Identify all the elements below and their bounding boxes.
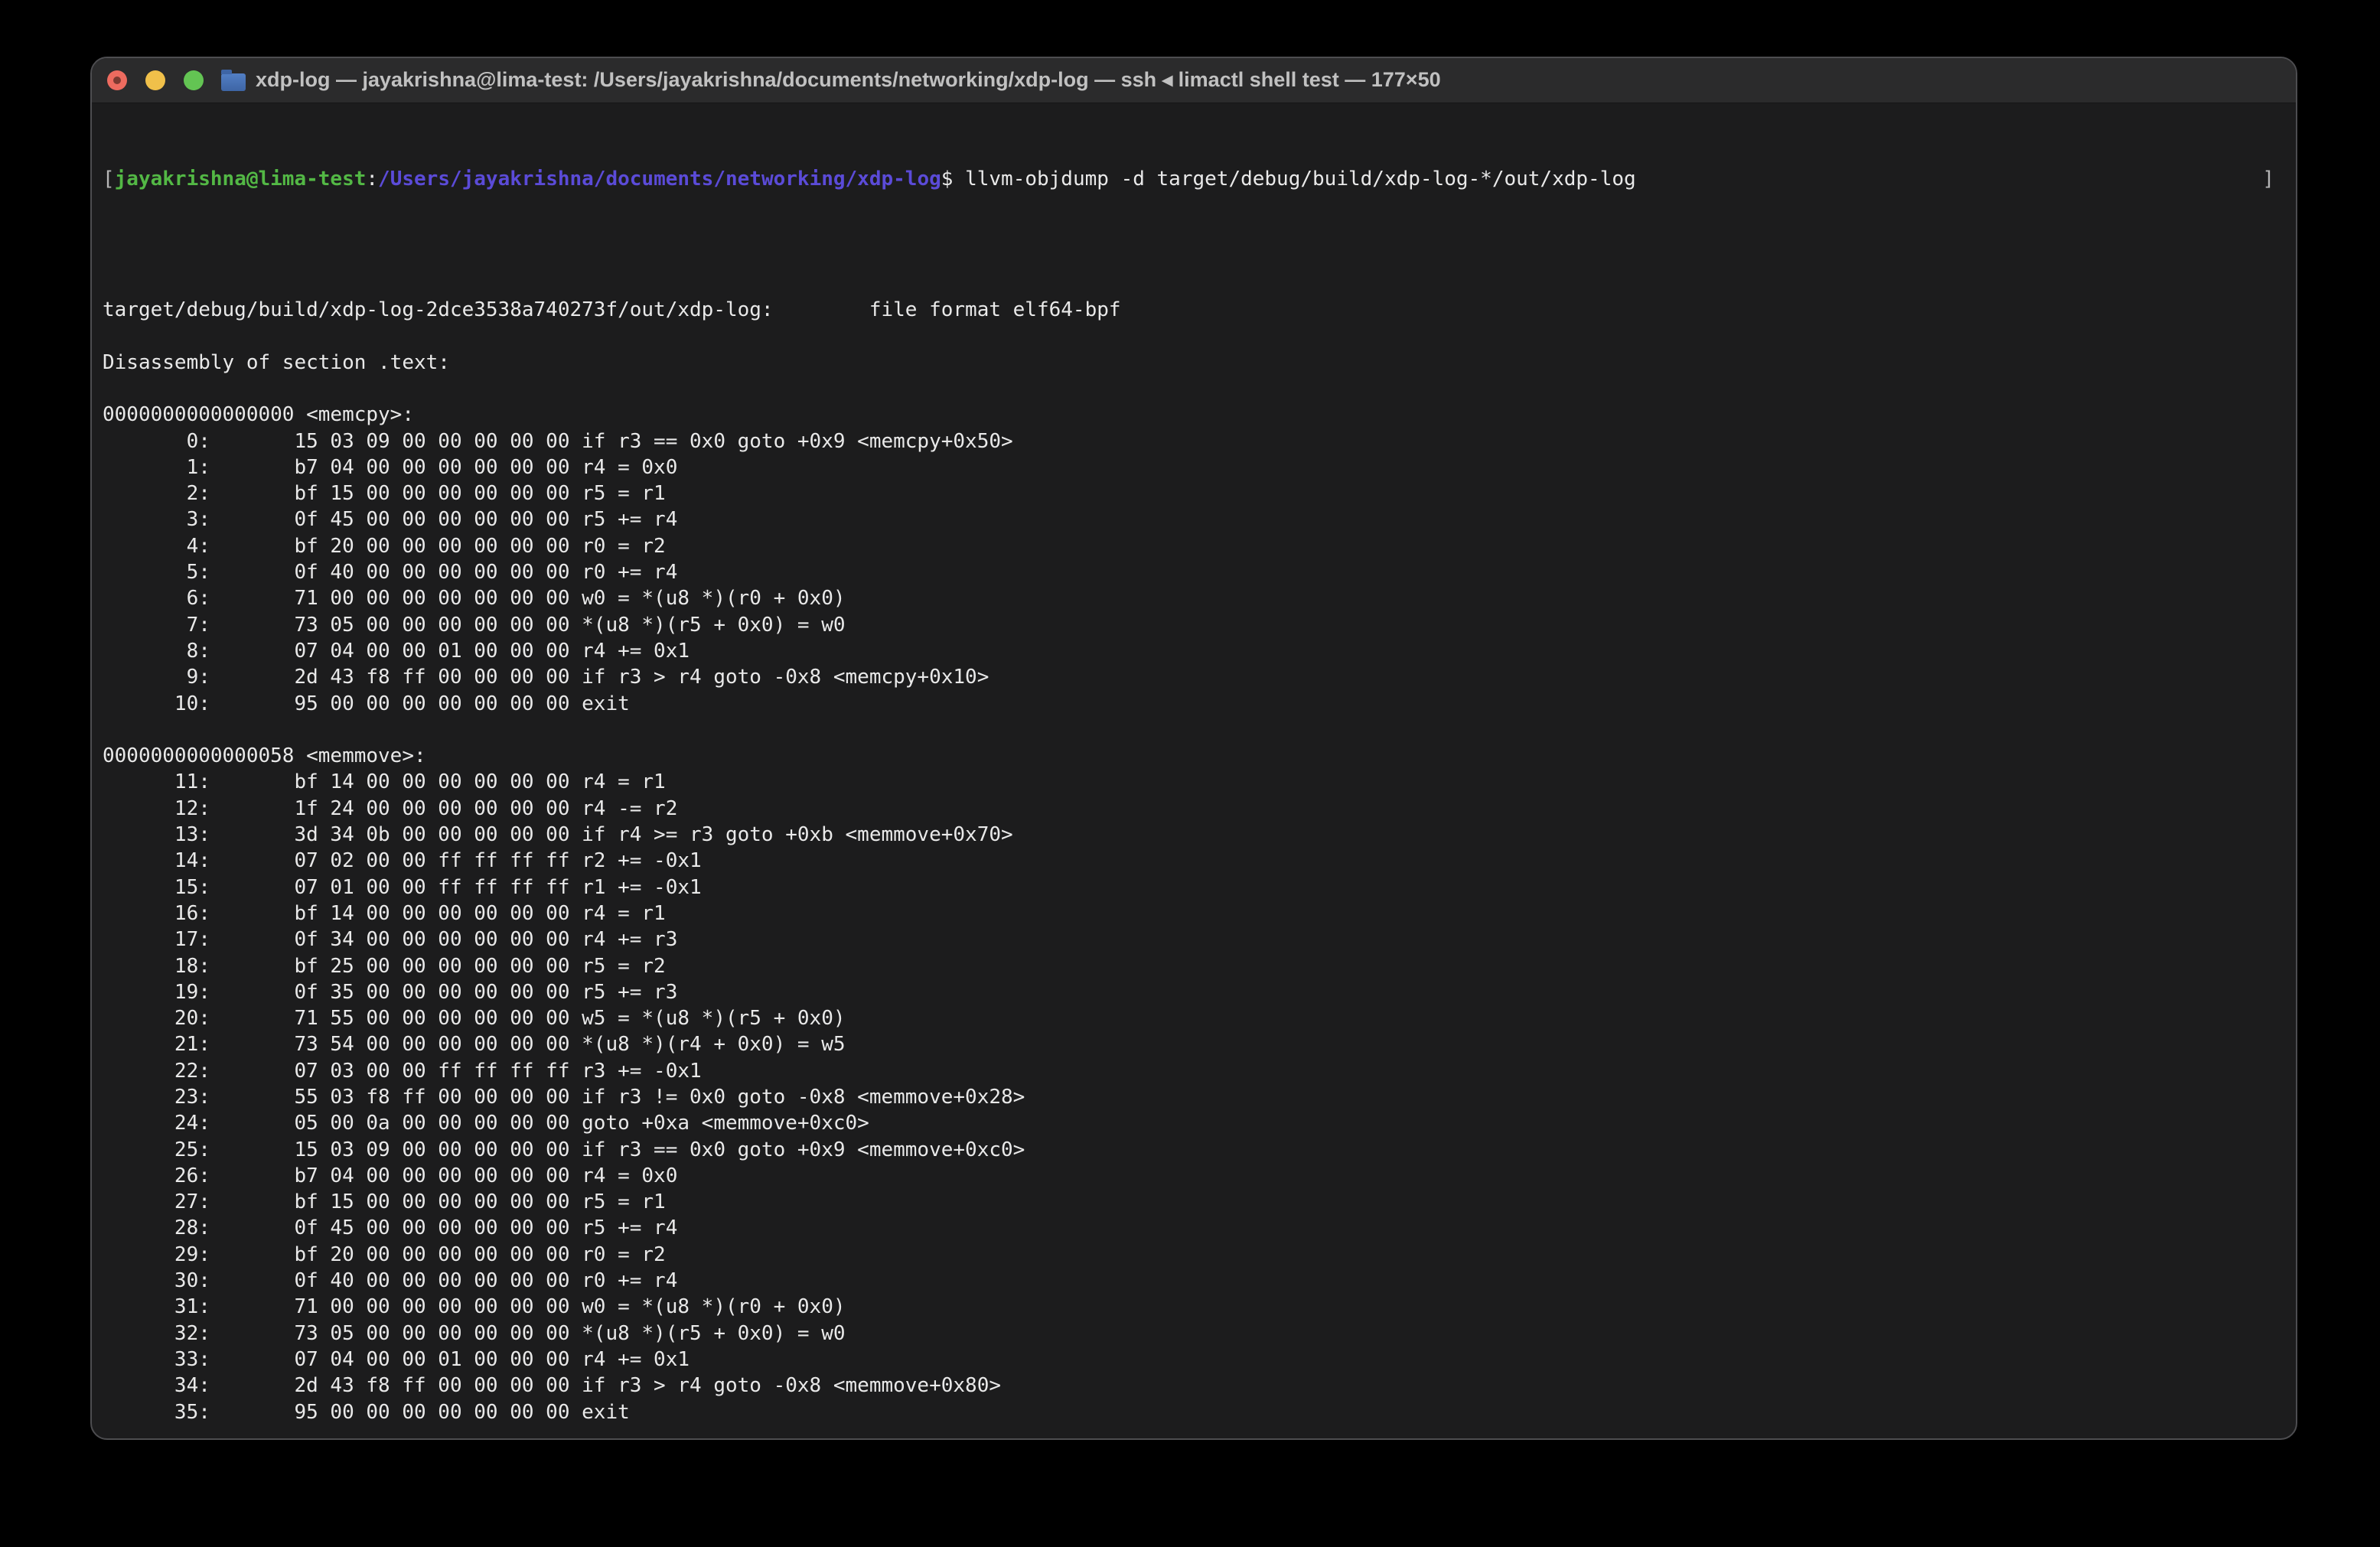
terminal-line: target/debug/build/xdp-log-2dce3538a7402… (103, 297, 2296, 323)
terminal-line: 16: bf 14 00 00 00 00 00 00 r4 = r1 (103, 901, 2296, 927)
terminal-line: 2: bf 15 00 00 00 00 00 00 r5 = r1 (103, 480, 2296, 506)
terminal-line: 21: 73 54 00 00 00 00 00 00 *(u8 *)(r4 +… (103, 1031, 2296, 1057)
terminal-line: 10: 95 00 00 00 00 00 00 00 exit (103, 691, 2296, 717)
terminal-line: 31: 71 00 00 00 00 00 00 00 w0 = *(u8 *)… (103, 1294, 2296, 1320)
terminal-line: 14: 07 02 00 00 ff ff ff ff r2 += -0x1 (103, 848, 2296, 874)
terminal-line: 15: 07 01 00 00 ff ff ff ff r1 += -0x1 (103, 874, 2296, 901)
terminal-line: 27: bf 15 00 00 00 00 00 00 r5 = r1 (103, 1189, 2296, 1215)
terminal-line: 30: 0f 40 00 00 00 00 00 00 r0 += r4 (103, 1268, 2296, 1294)
terminal-line: 29: bf 20 00 00 00 00 00 00 r0 = r2 (103, 1242, 2296, 1268)
prompt-user-host: jayakrishna@lima-test (115, 168, 367, 191)
terminal-line: 11: bf 14 00 00 00 00 00 00 r4 = r1 (103, 769, 2296, 795)
prompt-line: [jayakrishna@lima-test:/Users/jayakrishn… (103, 166, 2296, 192)
prompt-command: llvm-objdump -d target/debug/build/xdp-l… (953, 168, 1635, 191)
terminal-line: 35: 95 00 00 00 00 00 00 00 exit (103, 1399, 2296, 1425)
terminal-line: 1: b7 04 00 00 00 00 00 00 r4 = 0x0 (103, 454, 2296, 480)
terminal-line: 4: bf 20 00 00 00 00 00 00 r0 = r2 (103, 533, 2296, 559)
terminal-line: 32: 73 05 00 00 00 00 00 00 *(u8 *)(r5 +… (103, 1321, 2296, 1347)
terminal-line: 34: 2d 43 f8 ff 00 00 00 00 if r3 > r4 g… (103, 1373, 2296, 1399)
zoom-button[interactable] (184, 70, 204, 90)
terminal-line: 13: 3d 34 0b 00 00 00 00 00 if r4 >= r3 … (103, 822, 2296, 848)
terminal-line: 20: 71 55 00 00 00 00 00 00 w5 = *(u8 *)… (103, 1005, 2296, 1031)
terminal-line: 25: 15 03 09 00 00 00 00 00 if r3 == 0x0… (103, 1137, 2296, 1163)
window-title: xdp-log — jayakrishna@lima-test: /Users/… (256, 69, 1441, 92)
terminal-body[interactable]: [jayakrishna@lima-test:/Users/jayakrishn… (92, 103, 2296, 1440)
terminal-line: 22: 07 03 00 00 ff ff ff ff r3 += -0x1 (103, 1058, 2296, 1084)
terminal-line (103, 1425, 2296, 1440)
terminal-line: 9: 2d 43 f8 ff 00 00 00 00 if r3 > r4 go… (103, 664, 2296, 690)
terminal-line: 19: 0f 35 00 00 00 00 00 00 r5 += r3 (103, 979, 2296, 1005)
terminal-window: xdp-log — jayakrishna@lima-test: /Users/… (90, 57, 2297, 1440)
terminal-line: 8: 07 04 00 00 01 00 00 00 r4 += 0x1 (103, 638, 2296, 664)
terminal-line: 0: 15 03 09 00 00 00 00 00 if r3 == 0x0 … (103, 428, 2296, 454)
terminal-line: 12: 1f 24 00 00 00 00 00 00 r4 -= r2 (103, 796, 2296, 822)
terminal-line: 0000000000000058 <memmove>: (103, 743, 2296, 769)
close-button[interactable] (107, 70, 127, 90)
prompt-cwd: /Users/jayakrishna/documents/networking/… (378, 168, 941, 191)
prompt-close-bracket: ] (2262, 166, 2274, 192)
title-group: xdp-log — jayakrishna@lima-test: /Users/… (221, 69, 1441, 92)
titlebar[interactable]: xdp-log — jayakrishna@lima-test: /Users/… (92, 58, 2296, 103)
traffic-lights (107, 70, 204, 90)
terminal-line (103, 717, 2296, 743)
terminal-line (103, 376, 2296, 402)
minimize-button[interactable] (145, 70, 165, 90)
desktop: xdp-log — jayakrishna@lima-test: /Users/… (0, 0, 2380, 1547)
prompt-dollar: $ (941, 168, 954, 191)
terminal-line: 17: 0f 34 00 00 00 00 00 00 r4 += r3 (103, 927, 2296, 953)
terminal-line: 33: 07 04 00 00 01 00 00 00 r4 += 0x1 (103, 1347, 2296, 1373)
prompt-open-bracket: [ (103, 168, 115, 191)
terminal-line: 7: 73 05 00 00 00 00 00 00 *(u8 *)(r5 + … (103, 612, 2296, 638)
terminal-line: 6: 71 00 00 00 00 00 00 00 w0 = *(u8 *)(… (103, 585, 2296, 611)
terminal-line: 23: 55 03 f8 ff 00 00 00 00 if r3 != 0x0… (103, 1084, 2296, 1110)
terminal-line: 26: b7 04 00 00 00 00 00 00 r4 = 0x0 (103, 1163, 2296, 1189)
terminal-line (103, 323, 2296, 349)
terminal-line: 5: 0f 40 00 00 00 00 00 00 r0 += r4 (103, 559, 2296, 585)
terminal-line: Disassembly of section .text: (103, 350, 2296, 376)
prompt-colon: : (366, 168, 378, 191)
terminal-line: 18: bf 25 00 00 00 00 00 00 r5 = r2 (103, 953, 2296, 979)
terminal-line: 3: 0f 45 00 00 00 00 00 00 r5 += r4 (103, 506, 2296, 532)
terminal-line (103, 271, 2296, 297)
folder-icon[interactable] (221, 73, 246, 91)
terminal-line: 28: 0f 45 00 00 00 00 00 00 r5 += r4 (103, 1215, 2296, 1241)
terminal-line: 0000000000000000 <memcpy>: (103, 402, 2296, 428)
terminal-line: 24: 05 00 0a 00 00 00 00 00 goto +0xa <m… (103, 1110, 2296, 1136)
